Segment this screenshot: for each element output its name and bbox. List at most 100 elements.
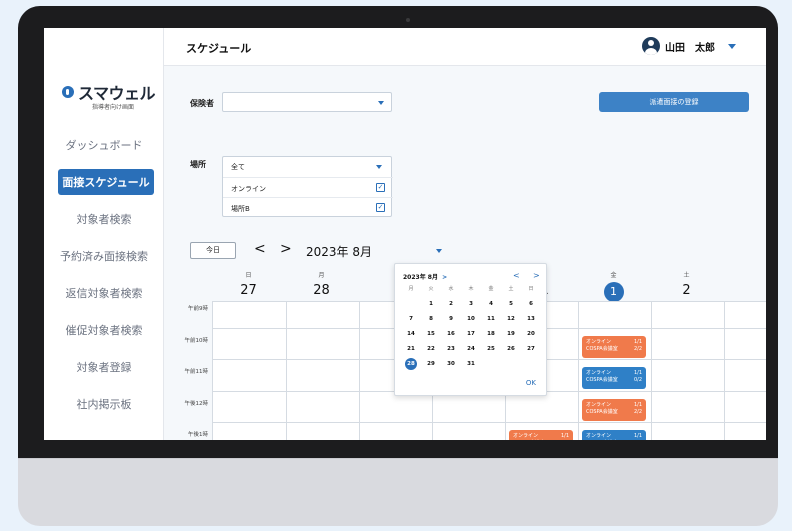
sidebar-item[interactable]: 予約済み面接検索 <box>44 243 164 269</box>
mini-calendar-day <box>501 358 521 370</box>
mini-calendar-header[interactable]: 2023年 8月 > <box>403 272 447 281</box>
chevron-down-icon <box>376 165 382 169</box>
place-select[interactable]: 全て オンライン ✓ 場所B ✓ <box>222 156 393 217</box>
chevron-down-icon <box>378 101 384 105</box>
event-row: オンライン 1/1 <box>586 339 642 346</box>
event-place: オンライン <box>586 401 612 408</box>
mini-calendar-day[interactable]: 7 <box>401 313 421 325</box>
event-card[interactable]: オンライン1/1COSPA会議室2/2 <box>582 335 646 358</box>
mini-calendar-day[interactable]: 9 <box>441 313 461 325</box>
today-button[interactable]: 今日 <box>190 242 236 259</box>
header: スケジュール 山田 太郎 <box>164 28 766 66</box>
mini-calendar-day[interactable]: 26 <box>501 343 521 355</box>
mini-calendar-day[interactable]: 2 <box>441 298 461 310</box>
mini-calendar-day[interactable]: 6 <box>521 298 541 310</box>
mini-calendar-day[interactable]: 21 <box>401 343 421 355</box>
mini-calendar-day[interactable]: 13 <box>521 313 541 325</box>
mini-calendar-day[interactable]: 1 <box>421 298 441 310</box>
event-card[interactable]: オンライン1/1COSPA会議室2/2 <box>582 398 646 421</box>
mini-calendar-day[interactable]: 10 <box>461 313 481 325</box>
mini-dow-label: 水 <box>448 286 454 292</box>
mini-dow-label: 木 <box>468 286 474 292</box>
mini-calendar-month: 2023年 8月 <box>403 274 438 281</box>
prev-week-button[interactable]: < <box>254 241 266 257</box>
user-menu[interactable]: 山田 太郎 <box>642 37 736 55</box>
mini-calendar-day[interactable]: 5 <box>501 298 521 310</box>
event-card[interactable]: オンライン1/1COSPA会議室0/2 <box>582 430 646 440</box>
insurer-select[interactable] <box>222 92 392 112</box>
mini-calendar-day[interactable]: 3 <box>461 298 481 310</box>
app-screen: スマウェル 指導者向け画面 ダッシュボード 面接スケジュール 対象者検索予約済み面接… <box>44 28 766 440</box>
day-header[interactable]: 土2 <box>650 270 723 298</box>
mini-calendar-day[interactable]: 19 <box>501 328 521 340</box>
ok-button[interactable]: OK <box>526 379 536 387</box>
mini-calendar-dow-row: 月火水木金土日 <box>401 283 542 295</box>
mini-calendar-day[interactable]: 20 <box>521 328 541 340</box>
mini-calendar-day[interactable]: 27 <box>521 343 541 355</box>
event-row: COSPA会議室 2/2 <box>586 346 642 353</box>
event-row: オンライン 1/1 <box>586 370 642 377</box>
month-dropdown-icon[interactable] <box>436 249 442 253</box>
mini-calendar-day[interactable]: 11 <box>481 313 501 325</box>
event-count: 1/1 <box>633 370 642 376</box>
sidebar-item[interactable]: 返信対象者検索 <box>44 280 164 306</box>
mini-calendar-day[interactable]: 16 <box>441 328 461 340</box>
checkbox-checked-icon[interactable]: ✓ <box>376 203 385 212</box>
time-label: 午前9時 <box>188 306 208 312</box>
mini-calendar-week: 14 15 16 17 18 19 20 <box>401 328 542 340</box>
mini-calendar-day[interactable]: 15 <box>421 328 441 340</box>
mini-calendar-day[interactable]: 18 <box>481 328 501 340</box>
day-header[interactable]: 日 27 <box>212 270 285 298</box>
event-place: COSPA会議室 <box>586 408 618 415</box>
mini-prev-button[interactable]: < <box>513 271 520 280</box>
event-place: オンライン <box>586 370 612 376</box>
mini-calendar-day[interactable]: 28 <box>405 358 417 370</box>
mini-calendar-day[interactable]: 22 <box>421 343 441 355</box>
mini-calendar-day[interactable]: 31 <box>461 358 481 370</box>
logo-subtitle: 指導者向け画面 <box>92 104 135 111</box>
place-option[interactable]: オンライン ✓ <box>223 177 393 197</box>
app-logo[interactable]: スマウェル <box>62 80 156 104</box>
mini-dow-label: 日 <box>528 286 534 292</box>
next-week-button[interactable]: > <box>280 241 292 257</box>
mini-dow-label: 月 <box>408 286 414 292</box>
sidebar-item[interactable]: 社内掲示板 <box>44 391 164 417</box>
month-label[interactable]: 2023年 8月 <box>306 243 372 260</box>
mini-calendar-day[interactable]: 24 <box>461 343 481 355</box>
chevron-down-icon[interactable] <box>728 43 736 49</box>
place-option[interactable]: 場所B ✓ <box>223 197 393 217</box>
event-place: オンライン <box>586 433 612 439</box>
sidebar-item[interactable]: 催促対象者検索 <box>44 317 164 343</box>
event-row: COSPA会議室 0/2 <box>586 377 642 384</box>
mini-next-button[interactable]: > <box>533 271 540 280</box>
event-card[interactable]: オンライン1/1COSPA会議室2/2 <box>509 430 573 440</box>
sidebar-item[interactable]: 対象者検索 <box>44 206 164 232</box>
sidebar-item[interactable]: ダッシュボード <box>44 132 164 158</box>
insurer-label: 保険者 <box>190 99 214 108</box>
mini-calendar-day[interactable]: 8 <box>421 313 441 325</box>
day-header[interactable]: 金1 <box>577 270 650 302</box>
mini-calendar-day[interactable]: 17 <box>461 328 481 340</box>
sidebar-item[interactable]: 面接スケジュール <box>58 169 154 195</box>
mini-calendar-day[interactable]: 4 <box>481 298 501 310</box>
grid-column-line <box>286 302 287 440</box>
mini-calendar-day[interactable]: 23 <box>441 343 461 355</box>
mini-calendar-day[interactable]: 25 <box>481 343 501 355</box>
mini-calendar-week: 123456 <box>401 298 542 310</box>
mini-calendar-day[interactable]: 29 <box>421 358 441 370</box>
grid-column-line <box>651 302 652 440</box>
day-number: 1 <box>603 282 624 302</box>
chevron-right-icon[interactable]: > <box>442 274 447 281</box>
event-card[interactable]: オンライン 1/1COSPA会議室0/2 <box>582 367 646 389</box>
event-place: COSPA会議室 <box>586 377 618 383</box>
day-header[interactable]: 月 28 <box>285 270 358 298</box>
checkbox-checked-icon[interactable]: ✓ <box>376 183 385 192</box>
mini-calendar-day[interactable]: 14 <box>401 328 421 340</box>
sidebar-item[interactable]: 対象者登録 <box>44 354 164 380</box>
event-count: 2/2 <box>633 408 642 415</box>
register-interview-button[interactable]: 派遣面接の登録 <box>599 92 749 112</box>
mini-dow-label: 金 <box>488 286 494 292</box>
mini-calendar-day[interactable]: 30 <box>441 358 461 370</box>
camera-dot <box>406 18 410 22</box>
mini-calendar-day[interactable]: 12 <box>501 313 521 325</box>
